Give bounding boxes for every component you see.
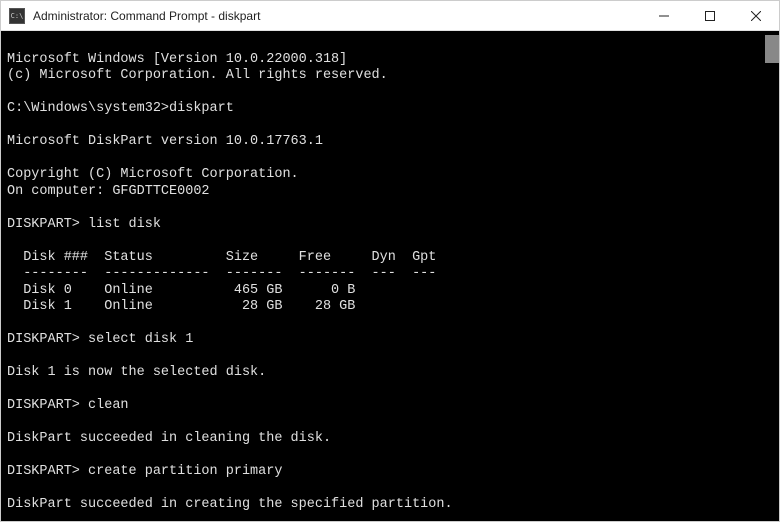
console-line: DiskPart succeeded in cleaning the disk.	[7, 431, 331, 446]
console-output[interactable]: Microsoft Windows [Version 10.0.22000.31…	[1, 31, 779, 521]
table-row: Disk 1 Online 28 GB 28 GB	[7, 299, 355, 314]
console-line: DISKPART> list disk	[7, 217, 161, 232]
console-line: DISKPART> select disk 1	[7, 332, 193, 347]
minimize-button[interactable]	[641, 1, 687, 30]
console-line: DISKPART> clean	[7, 398, 129, 413]
table-row: Disk 0 Online 465 GB 0 B	[7, 283, 355, 298]
maximize-button[interactable]	[687, 1, 733, 30]
console-line: DISKPART> create partition primary	[7, 464, 282, 479]
console-line: (c) Microsoft Corporation. All rights re…	[7, 68, 388, 83]
console-line: Microsoft DiskPart version 10.0.17763.1	[7, 134, 323, 149]
console-line: C:\Windows\system32>diskpart	[7, 101, 234, 116]
console-line: Microsoft Windows [Version 10.0.22000.31…	[7, 52, 347, 67]
console-line: Copyright (C) Microsoft Corporation.	[7, 167, 299, 182]
scrollbar-thumb[interactable]	[765, 35, 779, 63]
titlebar[interactable]: C:\ Administrator: Command Prompt - disk…	[1, 1, 779, 31]
close-button[interactable]	[733, 1, 779, 30]
console-line: On computer: GFGDTTCE0002	[7, 184, 210, 199]
window-title: Administrator: Command Prompt - diskpart	[33, 9, 641, 23]
cmd-icon: C:\	[9, 8, 25, 24]
console-line: DiskPart succeeded in creating the speci…	[7, 497, 453, 512]
window-frame: C:\ Administrator: Command Prompt - disk…	[0, 0, 780, 522]
console-line: Disk 1 is now the selected disk.	[7, 365, 266, 380]
table-header: Disk ### Status Size Free Dyn Gpt	[7, 250, 436, 265]
table-divider: -------- ------------- ------- ------- -…	[7, 266, 436, 281]
window-controls	[641, 1, 779, 30]
